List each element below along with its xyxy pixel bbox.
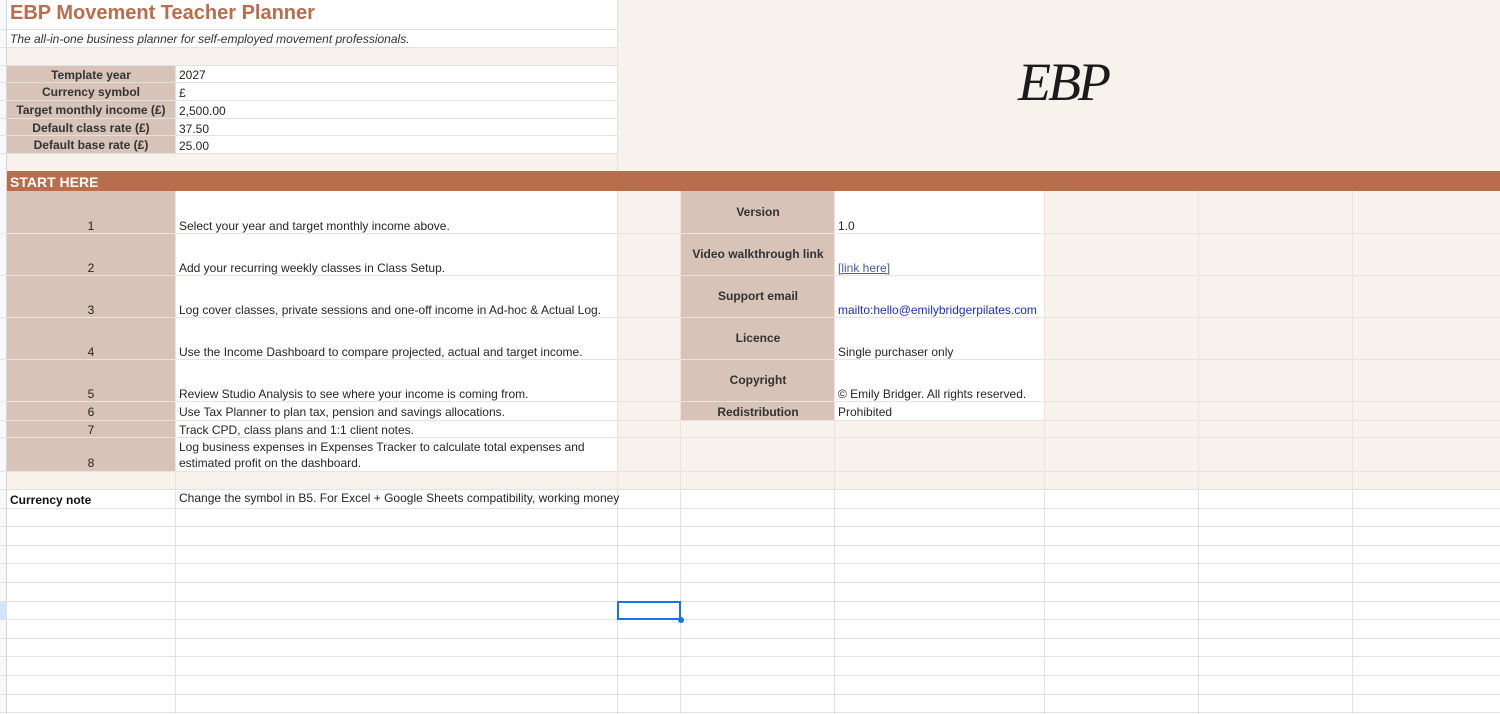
- gridline: [0, 65, 618, 66]
- step-number: 4: [87, 345, 95, 359]
- gridline: [0, 47, 618, 48]
- gridline: [0, 601, 1500, 602]
- step-number: 5: [87, 387, 95, 401]
- gridline: [1044, 191, 1045, 489]
- setting-value-template-year[interactable]: 2027: [179, 68, 206, 82]
- gridline: [0, 675, 1500, 676]
- gridline: [0, 619, 1500, 620]
- step-number: 7: [87, 423, 95, 437]
- gridline: [0, 233, 1500, 234]
- ebp-logo: EBP: [1018, 52, 1111, 112]
- gridline: [0, 526, 1500, 527]
- step-number: 3: [87, 303, 95, 317]
- gridline: [1352, 489, 1353, 714]
- gridline: [617, 191, 618, 489]
- step-number: 2: [87, 261, 95, 275]
- gridline: [0, 317, 1500, 318]
- info-label-version: Version: [736, 205, 780, 219]
- active-row-header: [0, 601, 7, 620]
- gridline: [0, 401, 1500, 402]
- step-number: 8: [87, 456, 95, 470]
- setting-value-target-monthly-income[interactable]: 2,500.00: [179, 104, 226, 118]
- gridline: [0, 118, 618, 119]
- info-label-redistribution: Redistribution: [717, 405, 799, 419]
- gridline: [175, 489, 176, 714]
- currency-note-text[interactable]: Change the symbol in B5. For Excel + Goo…: [179, 491, 619, 505]
- gridline: [0, 656, 1500, 657]
- video-walkthrough-link[interactable]: [link here]: [838, 261, 890, 275]
- step-number: 1: [87, 219, 95, 233]
- header-spacer-row-2: [0, 153, 618, 171]
- info-label-licence: Licence: [735, 331, 781, 345]
- gridline: [1198, 489, 1199, 714]
- section-spacer-row: [0, 471, 1500, 489]
- gridline: [0, 563, 1500, 564]
- gridline: [0, 359, 1500, 360]
- gridline: [0, 153, 618, 154]
- header-spacer-row: [0, 47, 618, 65]
- gridline: [0, 471, 1500, 472]
- gridline: [0, 100, 618, 101]
- page-title: EBP Movement Teacher Planner: [10, 2, 315, 24]
- fill-handle[interactable]: [678, 617, 684, 623]
- gridline: [1044, 489, 1045, 714]
- gridline: [0, 82, 618, 83]
- gridline: [0, 275, 1500, 276]
- step-text[interactable]: Log cover classes, private sessions and …: [179, 303, 601, 317]
- gridline: [1198, 191, 1199, 489]
- support-email-link[interactable]: mailto:hello@emilybridgerpilates.com: [838, 303, 1037, 317]
- info-label-video-link: Video walkthrough link: [692, 247, 824, 261]
- step-text[interactable]: Use the Income Dashboard to compare proj…: [179, 345, 583, 359]
- step-text[interactable]: Select your year and target monthly inco…: [179, 219, 450, 233]
- setting-value-default-class-rate[interactable]: 37.50: [179, 122, 209, 136]
- step-text-line-2[interactable]: estimated profit on the dashboard.: [179, 456, 361, 470]
- step-text[interactable]: Track CPD, class plans and 1:1 client no…: [179, 423, 414, 437]
- gridline: [0, 420, 1500, 421]
- gridline: [175, 65, 176, 153]
- setting-label-currency-symbol: Currency symbol: [41, 85, 141, 99]
- gridline: [0, 29, 618, 30]
- spreadsheet-grid[interactable]: START HERE EBP Movement Teacher Planner …: [0, 0, 1500, 714]
- gridline: [0, 638, 1500, 639]
- setting-value-default-base-rate[interactable]: 25.00: [179, 139, 209, 153]
- gridline: [0, 135, 618, 136]
- step-text[interactable]: Use Tax Planner to plan tax, pension and…: [179, 405, 505, 419]
- page-subtitle: The all-in-one business planner for self…: [10, 32, 410, 46]
- step-text[interactable]: Add your recurring weekly classes in Cla…: [179, 261, 445, 275]
- info-label-support-email: Support email: [717, 289, 798, 303]
- currency-note-label: Currency note: [10, 493, 92, 507]
- gridline: [0, 712, 1500, 713]
- gridline: [0, 582, 1500, 583]
- info-value-copyright[interactable]: © Emily Bridger. All rights reserved.: [838, 387, 1026, 401]
- info-label-column-tail: [681, 420, 835, 471]
- gridline: [0, 508, 1500, 509]
- gridline: [834, 489, 835, 714]
- gridline: [175, 191, 176, 489]
- setting-label-default-base-rate: Default base rate (£): [33, 138, 149, 152]
- gridline: [0, 489, 1500, 490]
- start-here-heading: START HERE: [10, 174, 99, 190]
- info-label-copyright: Copyright: [729, 373, 787, 387]
- gridline: [0, 437, 1500, 438]
- step-text-line-1[interactable]: Log business expenses in Expenses Tracke…: [179, 440, 585, 454]
- setting-value-currency-symbol[interactable]: £: [179, 86, 186, 100]
- info-value-version[interactable]: 1.0: [838, 219, 855, 233]
- setting-label-template-year: Template year: [51, 68, 131, 82]
- active-cell-selection[interactable]: [617, 601, 681, 620]
- info-value-redistribution[interactable]: Prohibited: [838, 405, 892, 419]
- gridline: [0, 545, 1500, 546]
- step-text[interactable]: Review Studio Analysis to see where your…: [179, 387, 528, 401]
- gridline: [617, 0, 618, 171]
- start-here-band: [0, 171, 1500, 191]
- info-value-licence[interactable]: Single purchaser only: [838, 345, 953, 359]
- setting-label-target-monthly-income: Target monthly income (£): [16, 103, 166, 117]
- setting-label-default-class-rate: Default class rate (£): [32, 121, 150, 135]
- gridline: [1352, 191, 1353, 489]
- info-value-tail: [835, 420, 1045, 471]
- gridline: [0, 694, 1500, 695]
- step-number: 6: [87, 405, 95, 419]
